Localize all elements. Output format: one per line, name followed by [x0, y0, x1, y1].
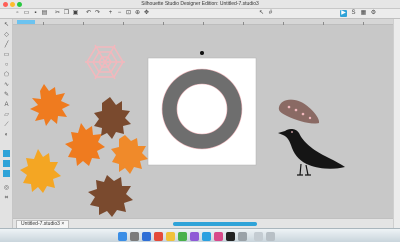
feather-shape[interactable] [278, 99, 320, 124]
knife-tool-icon[interactable]: ⟋ [3, 122, 10, 129]
finder-icon[interactable] [118, 232, 127, 241]
silhouette-studio-icon[interactable] [226, 232, 235, 241]
title-bar: Silhouette Studio Designer Edition: Unti… [0, 0, 400, 9]
app-store-icon[interactable] [202, 232, 211, 241]
orange-leaf-shape[interactable] [111, 135, 148, 174]
crow-body [278, 128, 345, 169]
paste-icon[interactable]: ▣ [72, 10, 79, 17]
main-toolbar: ▫ ▭ ▪ ▤ ✂ ❐ ▣ ↶ ↷ + − ⊡ ⊕ ✥ ↖ # ▶ S ▦ ⚙ [0, 9, 400, 19]
zoom-in-icon[interactable]: + [107, 10, 114, 17]
fill-tool-icon[interactable]: ◐ [3, 132, 10, 139]
curve-tool-icon[interactable]: ∿ [3, 82, 10, 89]
replicate-icon[interactable] [3, 170, 10, 177]
rectangle-tool-icon[interactable]: ▭ [3, 52, 10, 59]
crow-shape[interactable] [278, 128, 345, 176]
zoom-select-icon[interactable]: ⊕ [134, 10, 141, 17]
settings-icon[interactable]: ⚙ [370, 10, 377, 17]
select-tool-icon[interactable]: ↖ [3, 22, 10, 29]
undo-icon[interactable]: ↶ [85, 10, 92, 17]
freehand-tool-icon[interactable]: ✎ [3, 92, 10, 99]
pan-icon[interactable]: ✥ [143, 10, 150, 17]
spider-web-shape[interactable] [85, 44, 125, 80]
ellipse-tool-icon[interactable]: ○ [3, 62, 10, 69]
feather-body [278, 99, 320, 124]
canvas-artwork [20, 44, 345, 217]
calendar-icon[interactable] [154, 232, 163, 241]
launchpad-icon[interactable] [130, 232, 139, 241]
itunes-icon[interactable] [190, 232, 199, 241]
grid-icon[interactable]: # [267, 10, 274, 17]
messages-icon[interactable] [178, 232, 187, 241]
window-title: Silhouette Studio Designer Edition: Unti… [141, 1, 259, 7]
layers-icon[interactable] [3, 160, 10, 167]
text-tool-icon[interactable]: A [3, 102, 10, 109]
photos-icon[interactable] [214, 232, 223, 241]
document-tab-bar: Untitled-7.studio3 × [13, 218, 393, 228]
send-icon[interactable]: ▶ [340, 10, 347, 17]
open-folder-icon[interactable]: ▭ [23, 10, 30, 17]
offset-icon[interactable]: ◎ [3, 185, 10, 192]
horizontal-scrollbar[interactable] [173, 222, 257, 226]
document-tab-label: Untitled-7.studio3 [21, 221, 60, 227]
downloads-stack-icon[interactable] [254, 232, 263, 241]
redo-icon[interactable]: ↷ [94, 10, 101, 17]
safari-icon[interactable] [142, 232, 151, 241]
system-preferences-icon[interactable] [238, 232, 247, 241]
cut-icon[interactable]: ✂ [54, 10, 61, 17]
eraser-tool-icon[interactable]: ▱ [3, 112, 10, 119]
yellow-leaf-shape[interactable] [20, 149, 61, 193]
new-document-icon[interactable]: ▫ [14, 10, 21, 17]
spider-web-spokes [85, 44, 125, 80]
save-icon[interactable]: ▪ [32, 10, 39, 17]
trash-icon[interactable] [266, 232, 275, 241]
trace-icon[interactable]: ⌗ [3, 195, 10, 202]
orange-leaf-shape[interactable] [65, 123, 105, 166]
move-icon[interactable]: ↖ [258, 10, 265, 17]
page-indicator [17, 20, 35, 24]
fit-page-icon[interactable]: ⊡ [125, 10, 132, 17]
macos-dock [0, 228, 400, 242]
polygon-tool-icon[interactable]: ⬠ [3, 72, 10, 79]
document-tab[interactable]: Untitled-7.studio3 × [16, 220, 70, 228]
copy-icon[interactable]: ❐ [63, 10, 70, 17]
zoom-out-icon[interactable]: − [116, 10, 123, 17]
brown-leaf-shape[interactable] [88, 175, 133, 217]
orange-leaf-shape[interactable] [30, 84, 70, 126]
print-icon[interactable]: ▤ [41, 10, 48, 17]
line-tool-icon[interactable]: ╱ [3, 42, 10, 49]
rotation-handle[interactable] [200, 51, 204, 55]
edit-points-icon[interactable]: ◇ [3, 32, 10, 39]
line-style-icon[interactable] [3, 150, 10, 157]
brown-leaf-shape[interactable] [94, 97, 131, 139]
left-tool-sidebar: ↖ ◇ ╱ ▭ ○ ⬠ ∿ ✎ A ▱ ⟋ ◐ ◎ ⌗ [0, 19, 13, 228]
vertical-scrollbar[interactable] [393, 19, 400, 228]
ring-shape[interactable] [161, 68, 243, 150]
design-canvas[interactable] [13, 25, 393, 218]
library-icon[interactable]: ▦ [360, 10, 367, 17]
notes-icon[interactable] [166, 232, 175, 241]
store-icon[interactable]: S [350, 10, 357, 17]
close-tab-icon[interactable]: × [61, 221, 64, 227]
crow-eye [291, 131, 293, 133]
crow-legs [297, 163, 311, 176]
